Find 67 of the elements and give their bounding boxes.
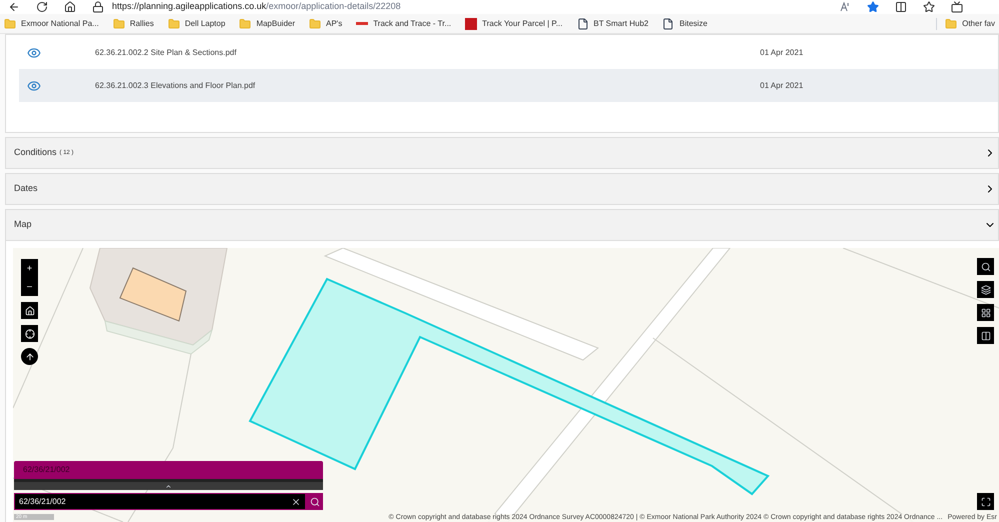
back-icon[interactable] [8, 1, 20, 13]
address-bar[interactable]: https://planning.agileapplications.co.uk/exmoor/application-details/22208 [92, 0, 823, 14]
panel-icon [980, 330, 990, 340]
fullscreen-icon [980, 496, 990, 506]
favorites-icon[interactable] [923, 1, 935, 13]
map-view[interactable] [13, 248, 999, 522]
folder-icon [112, 18, 125, 30]
bookmark-item[interactable]: Other fav [936, 18, 995, 30]
split-screen-icon[interactable] [895, 1, 907, 13]
layers-icon [980, 284, 990, 294]
folder-icon [239, 18, 252, 30]
document-date: 01 Apr 2021 [760, 80, 804, 92]
favorite-icon[interactable] [867, 1, 879, 13]
section-title: Map [14, 218, 32, 232]
reload-icon[interactable] [36, 1, 48, 13]
bookmark-item[interactable]: AP's [309, 18, 342, 30]
document-name: 62.36.21.002.2 Site Plan & Sections.pdf [95, 46, 238, 58]
home-icon[interactable] [64, 1, 76, 13]
bookmark-item[interactable]: Bitesize [662, 18, 708, 30]
bookmark-item[interactable]: BT Smart Hub2 [576, 18, 648, 30]
building-shape [119, 267, 187, 322]
bookmark-item[interactable]: MapBuider [239, 18, 295, 30]
basemap-button[interactable] [977, 304, 994, 321]
search-field[interactable]: 62/36/21/002 [14, 493, 306, 510]
legend-button[interactable] [977, 327, 994, 344]
search-icon [310, 496, 320, 506]
logo-icon [356, 22, 368, 25]
document-date: 01 Apr 2021 [760, 46, 804, 58]
search-icon [980, 262, 990, 272]
view-icon[interactable] [27, 78, 41, 92]
home-icon [24, 306, 34, 316]
section-title: Conditions [14, 146, 57, 160]
folder-icon [945, 18, 958, 30]
bookmark-item[interactable]: Track Your Parcel | P... [465, 18, 562, 30]
search-input[interactable]: 62/36/21/002 [19, 496, 291, 508]
site-boundary-shape[interactable] [248, 278, 770, 496]
bookmark-item[interactable]: Track and Trace - Tr... [356, 18, 452, 30]
clear-icon[interactable] [291, 496, 301, 506]
page-icon [662, 18, 674, 30]
crosshair-icon [24, 328, 34, 338]
page-icon [576, 18, 588, 30]
locate-button[interactable] [21, 325, 38, 342]
logo-icon [465, 18, 478, 30]
chevron-up-icon [165, 482, 172, 490]
bookmark-item[interactable]: Exmoor National Pa... [4, 18, 99, 30]
folder-icon [4, 18, 16, 30]
section-header[interactable]: Dates [5, 173, 999, 205]
search-button[interactable] [977, 258, 994, 275]
folder-icon [309, 18, 321, 30]
document-name: 62.36.21.002.3 Elevations and Floor Plan.pdf [95, 80, 256, 92]
lock-icon [92, 1, 104, 13]
search-submit-button[interactable] [306, 493, 323, 510]
folder-icon [168, 18, 180, 30]
bookmark-item[interactable]: Dell Laptop [168, 18, 226, 30]
section-title: Dates [14, 182, 38, 196]
home-button[interactable] [21, 302, 38, 319]
layers-button[interactable] [977, 281, 994, 298]
view-icon[interactable] [27, 46, 41, 60]
fullscreen-button[interactable] [977, 493, 994, 510]
grid-icon [980, 308, 990, 318]
document-row[interactable]: 62.36.21.002.3 Elevations and Floor Plan.pdf 01 Apr 2021 [19, 69, 998, 102]
url-text: https://planning.agileapplications.co.uk/exmoor/application-details/22208 [112, 0, 401, 14]
section-header[interactable]: Map [5, 209, 999, 241]
read-aloud-icon[interactable] [839, 1, 851, 13]
compass-button[interactable] [21, 348, 38, 365]
bookmark-item[interactable]: Rallies [112, 18, 154, 30]
arrow-up-icon [24, 352, 34, 362]
